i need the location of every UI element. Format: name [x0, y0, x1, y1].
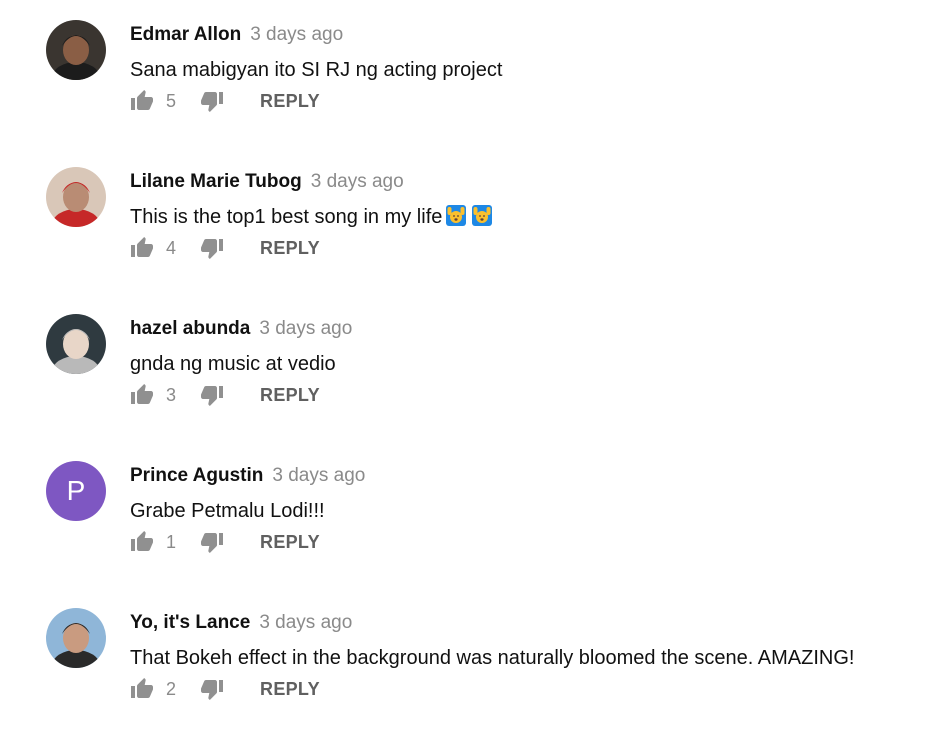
dislike-button[interactable] [200, 236, 224, 260]
comment-actions: 1 REPLY [130, 527, 320, 557]
author-name[interactable]: Prince Agustin [130, 465, 263, 486]
comment-header: Lilane Marie Tubog 3 days ago [130, 169, 404, 195]
raising-hands-emoji [472, 205, 493, 226]
comment-header: Prince Agustin 3 days ago [130, 463, 365, 489]
avatar[interactable] [46, 167, 106, 227]
like-count: 5 [166, 90, 177, 111]
like-count: 4 [166, 237, 177, 258]
dislike-button[interactable] [200, 383, 224, 407]
comment-text: That Bokeh effect in the background was … [130, 644, 854, 672]
comment-thread: hazel abunda 3 days ago gnda ng music at … [46, 314, 926, 461]
dislike-button[interactable] [200, 530, 224, 554]
comment-thread: P Prince Agustin 3 days ago Grabe Petmalu… [46, 461, 926, 608]
comment-thread: Lilane Marie Tubog 3 days ago This is the… [46, 167, 926, 314]
comments-section: Edmar Allon 3 days ago Sana mabigyan ito … [0, 0, 944, 739]
avatar-photo [46, 608, 106, 668]
thumbs-down-icon [201, 92, 224, 112]
comment-text-body: Sana mabigyan ito SI RJ ng acting projec… [130, 59, 503, 81]
dislike-button[interactable] [200, 89, 224, 113]
comment-timestamp[interactable]: 3 days ago [272, 465, 365, 486]
thumbs-up-icon [131, 90, 153, 110]
like-count: 2 [166, 678, 177, 699]
like-button[interactable] [130, 677, 154, 701]
like-button[interactable] [130, 89, 154, 113]
reply-button[interactable]: REPLY [260, 238, 320, 259]
comment-thread: Yo, it's Lance 3 days ago That Bokeh effe… [46, 608, 926, 755]
comment-header: hazel abunda 3 days ago [130, 316, 352, 342]
comment-text-body: Grabe Petmalu Lodi!!! [130, 500, 325, 522]
reply-button[interactable]: REPLY [260, 679, 320, 700]
comment-timestamp[interactable]: 3 days ago [311, 171, 404, 192]
like-count: 1 [166, 531, 177, 552]
avatar-letter: P [66, 475, 86, 506]
thumbs-up-icon [131, 237, 153, 257]
comment-timestamp[interactable]: 3 days ago [259, 612, 352, 633]
comment-text-body: gnda ng music at vedio [130, 353, 336, 375]
reply-button[interactable]: REPLY [260, 532, 320, 553]
emoji-group [442, 205, 494, 228]
thumbs-down-icon [201, 680, 224, 700]
like-button[interactable] [130, 530, 154, 554]
avatar[interactable] [46, 608, 106, 668]
author-name[interactable]: Yo, it's Lance [130, 612, 250, 633]
avatar[interactable]: P [46, 461, 106, 521]
comment-text: This is the top1 best song in my life [130, 203, 494, 231]
thumbs-down-icon [201, 386, 224, 406]
thumbs-up-icon [131, 678, 153, 698]
like-button[interactable] [130, 383, 154, 407]
comment-text: Grabe Petmalu Lodi!!! [130, 497, 325, 525]
comment-thread: Edmar Allon 3 days ago Sana mabigyan ito … [46, 20, 926, 167]
thumbs-up-icon [131, 384, 153, 404]
comment-actions: 3 REPLY [130, 380, 320, 410]
comment-header: Edmar Allon 3 days ago [130, 22, 343, 48]
comment-text: Sana mabigyan ito SI RJ ng acting projec… [130, 56, 502, 84]
raising-hands-emoji [446, 205, 467, 226]
author-name[interactable]: Edmar Allon [130, 24, 241, 45]
author-name[interactable]: hazel abunda [130, 318, 250, 339]
comment-text: gnda ng music at vedio [130, 350, 336, 378]
dislike-button[interactable] [200, 677, 224, 701]
comment-timestamp[interactable]: 3 days ago [250, 24, 343, 45]
avatar-photo [46, 314, 106, 374]
avatar-photo [46, 20, 106, 80]
avatar[interactable] [46, 314, 106, 374]
like-count: 3 [166, 384, 177, 405]
comment-actions: 4 REPLY [130, 233, 320, 263]
thumbs-up-icon [131, 531, 153, 551]
comment-timestamp[interactable]: 3 days ago [259, 318, 352, 339]
author-name[interactable]: Lilane Marie Tubog [130, 171, 302, 192]
reply-button[interactable]: REPLY [260, 91, 320, 112]
like-button[interactable] [130, 236, 154, 260]
thumbs-down-icon [201, 239, 224, 259]
thumbs-down-icon [201, 533, 224, 553]
comment-text-body: That Bokeh effect in the background was … [130, 647, 855, 669]
avatar[interactable] [46, 20, 106, 80]
comment-actions: 5 REPLY [130, 86, 320, 116]
comment-header: Yo, it's Lance 3 days ago [130, 610, 352, 636]
avatar-photo [46, 167, 106, 227]
comment-text-body: This is the top1 best song in my life [130, 206, 443, 228]
comment-actions: 2 REPLY [130, 674, 320, 704]
reply-button[interactable]: REPLY [260, 385, 320, 406]
